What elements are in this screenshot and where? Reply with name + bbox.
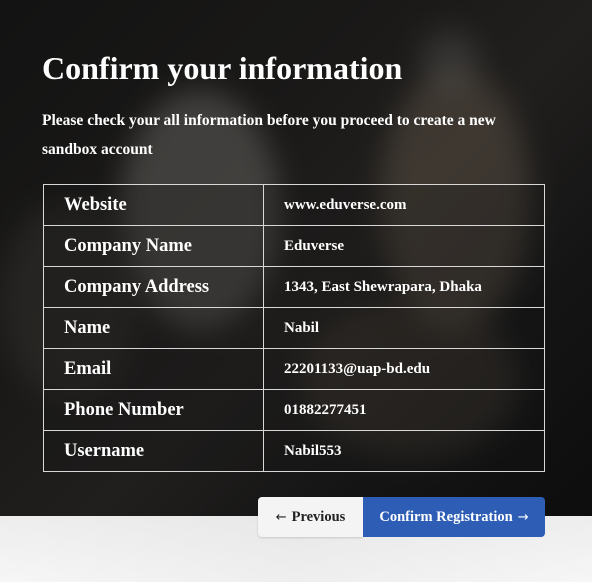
row-label: Phone Number	[43, 389, 264, 431]
row-label: Company Name	[43, 225, 264, 267]
table-row: Email 22201133@uap-bd.edu	[43, 348, 545, 390]
previous-button-label: Previous	[291, 508, 346, 525]
row-label: Website	[43, 184, 264, 226]
row-value: www.eduverse.com	[263, 184, 545, 226]
arrow-right-icon: →	[517, 509, 529, 525]
table-row: Phone Number 01882277451	[43, 389, 545, 431]
table-row: Company Name Eduverse	[43, 225, 545, 267]
page-title: Confirm your information	[42, 50, 403, 86]
row-value: Nabil	[263, 307, 545, 349]
table-row: Name Nabil	[43, 307, 545, 349]
confirm-button-label: Confirm Registration	[379, 508, 513, 525]
arrow-left-icon: ←	[275, 509, 287, 525]
information-table: Website www.eduverse.com Company Name Ed…	[43, 184, 545, 472]
row-value: Nabil553	[263, 430, 545, 472]
row-label: Company Address	[43, 266, 264, 308]
confirm-registration-button[interactable]: Confirm Registration →	[363, 497, 545, 537]
table-row: Username Nabil553	[43, 430, 545, 472]
row-label: Username	[43, 430, 264, 472]
table-row: Website www.eduverse.com	[43, 184, 545, 226]
row-value: 22201133@uap-bd.edu	[263, 348, 545, 390]
table-row: Company Address 1343, East Shewrapara, D…	[43, 266, 545, 308]
page-subtitle: Please check your all information before…	[42, 112, 496, 158]
row-value: 01882277451	[263, 389, 545, 431]
row-value: 1343, East Shewrapara, Dhaka	[263, 266, 545, 308]
row-label: Name	[43, 307, 264, 349]
row-value: Eduverse	[263, 225, 545, 267]
previous-button[interactable]: ← Previous	[258, 497, 363, 537]
row-label: Email	[43, 348, 264, 390]
